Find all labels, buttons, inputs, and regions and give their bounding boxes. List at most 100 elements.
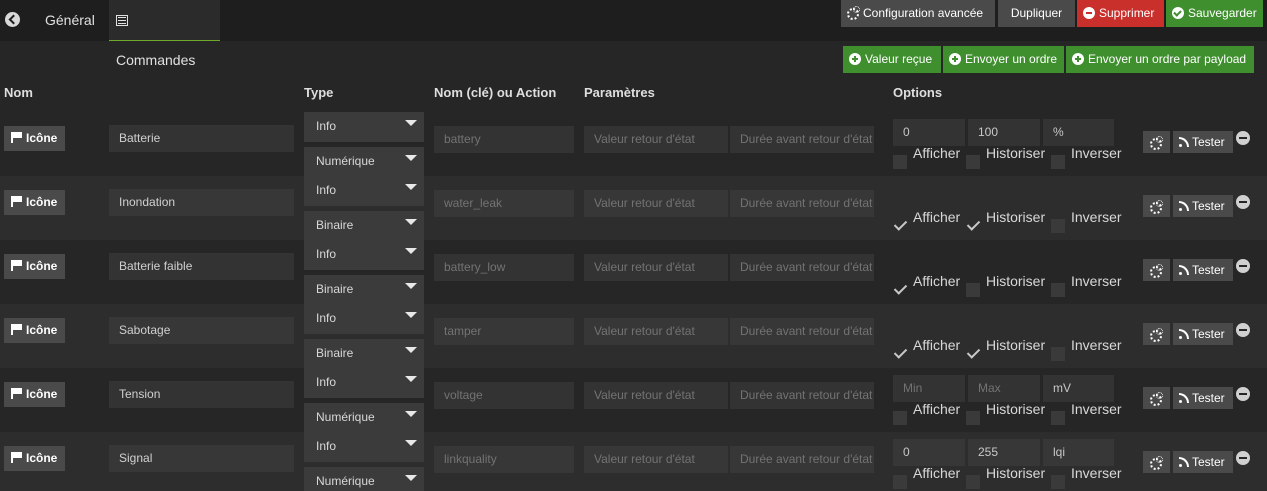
invert-checkbox[interactable] (1051, 475, 1065, 489)
return-delay-field[interactable]: Durée avant retour d'état (730, 318, 874, 345)
test-button[interactable]: Tester (1173, 323, 1233, 345)
remove-command-icon[interactable] (1236, 387, 1250, 401)
invert-checkbox[interactable] (1051, 347, 1065, 361)
show-checkbox[interactable] (893, 219, 907, 233)
remove-command-icon[interactable] (1236, 259, 1250, 273)
type-select[interactable]: Info (304, 432, 424, 462)
show-checkbox[interactable] (893, 283, 907, 297)
history-checkbox[interactable] (966, 155, 980, 169)
logical-id-field[interactable]: battery (434, 126, 574, 153)
advanced-config-button[interactable]: Configuration avancée (841, 0, 995, 27)
show-checkbox[interactable] (893, 347, 907, 361)
tab-commandes[interactable]: Commandes (109, 0, 220, 68)
show-checkbox[interactable] (893, 155, 907, 169)
return-delay-field[interactable]: Durée avant retour d'état (730, 126, 874, 153)
history-checkbox[interactable] (966, 347, 980, 361)
choose-icon-button[interactable]: Icône (4, 254, 65, 279)
max-field[interactable]: 255 (968, 439, 1040, 466)
test-button[interactable]: Tester (1173, 451, 1233, 473)
return-delay-field[interactable]: Durée avant retour d'état (730, 446, 874, 473)
invert-checkbox[interactable] (1051, 155, 1065, 169)
configure-button[interactable] (1143, 195, 1170, 217)
history-checkbox[interactable] (966, 475, 980, 489)
return-value-field[interactable]: Valeur retour d'état (584, 446, 728, 473)
return-value-field[interactable]: Valeur retour d'état (584, 318, 728, 345)
configure-button[interactable] (1143, 451, 1170, 473)
history-checkbox[interactable] (966, 219, 980, 233)
choose-icon-button[interactable]: Icône (4, 382, 65, 407)
command-name-field[interactable]: Signal (109, 445, 294, 472)
add-received-value-button[interactable]: Valeur reçue (843, 46, 941, 73)
configure-button[interactable] (1143, 323, 1170, 345)
subtype-select[interactable]: Numérique (304, 467, 424, 491)
show-label: Afficher (913, 209, 961, 225)
show-checkbox[interactable] (893, 411, 907, 425)
test-button[interactable]: Tester (1173, 387, 1233, 409)
unit-field[interactable]: % (1043, 119, 1114, 146)
choose-icon-button[interactable]: Icône (4, 190, 65, 215)
return-delay-field[interactable]: Durée avant retour d'état (730, 190, 874, 217)
command-name-field[interactable]: Inondation (109, 189, 294, 216)
return-value-field[interactable]: Valeur retour d'état (584, 126, 728, 153)
command-name-field[interactable]: Batterie (109, 125, 294, 152)
choose-icon-button[interactable]: Icône (4, 318, 65, 343)
logical-id-field[interactable]: battery_low (434, 254, 574, 281)
save-button[interactable]: Sauvegarder (1166, 0, 1263, 27)
min-field[interactable]: 0 (893, 439, 965, 466)
type-select[interactable]: Info (304, 240, 424, 270)
choose-icon-button[interactable]: Icône (4, 126, 65, 151)
header-type: Type (304, 85, 334, 100)
configure-button[interactable] (1143, 131, 1170, 153)
remove-command-icon[interactable] (1236, 195, 1250, 209)
type-select[interactable]: Info (304, 176, 424, 206)
choose-icon-button[interactable]: Icône (4, 446, 65, 471)
history-checkbox[interactable] (966, 283, 980, 297)
subtype-select[interactable]: Binaire (304, 275, 424, 304)
test-button[interactable]: Tester (1173, 195, 1233, 217)
configure-button[interactable] (1143, 259, 1170, 281)
unit-field[interactable]: mV (1043, 375, 1114, 402)
subtype-select[interactable]: Binaire (304, 339, 424, 368)
max-field[interactable]: 100 (968, 119, 1040, 146)
test-button[interactable]: Tester (1173, 131, 1233, 153)
duplicate-button[interactable]: Dupliquer (998, 0, 1075, 27)
delete-button[interactable]: Supprimer (1077, 0, 1164, 27)
remove-command-icon[interactable] (1236, 323, 1250, 337)
type-select[interactable]: Info (304, 112, 424, 142)
command-name-field[interactable]: Tension (109, 381, 294, 408)
test-button[interactable]: Tester (1173, 259, 1233, 281)
add-payload-order-button[interactable]: Envoyer un ordre par payload (1066, 46, 1254, 73)
remove-command-icon[interactable] (1236, 131, 1250, 145)
invert-checkbox[interactable] (1051, 283, 1065, 297)
show-checkbox[interactable] (893, 475, 907, 489)
logical-id-field[interactable]: linkquality (434, 446, 574, 473)
command-name-field[interactable]: Sabotage (109, 317, 294, 344)
logical-id-field[interactable]: water_leak (434, 190, 574, 217)
history-checkbox[interactable] (966, 411, 980, 425)
invert-checkbox[interactable] (1051, 411, 1065, 425)
max-field[interactable]: Max (968, 375, 1040, 402)
return-delay-field[interactable]: Durée avant retour d'état (730, 254, 874, 281)
configure-button[interactable] (1143, 387, 1170, 409)
add-order-button[interactable]: Envoyer un ordre (943, 46, 1064, 73)
min-field[interactable]: 0 (893, 119, 965, 146)
type-select[interactable]: Info (304, 304, 424, 334)
return-value-field[interactable]: Valeur retour d'état (584, 190, 728, 217)
invert-checkbox[interactable] (1051, 219, 1065, 233)
remove-command-icon[interactable] (1236, 451, 1250, 465)
min-field[interactable]: Min (893, 375, 965, 402)
type-select[interactable]: Info (304, 368, 424, 398)
command-name-field[interactable]: Batterie faible (109, 253, 294, 280)
return-value-field[interactable]: Valeur retour d'état (584, 254, 728, 281)
subtype-select[interactable]: Binaire (304, 211, 424, 240)
tab-general[interactable]: Général (37, 0, 103, 41)
subtype-select[interactable]: Numérique (304, 403, 424, 432)
subtype-select[interactable]: Numérique (304, 147, 424, 176)
logical-id-field[interactable]: tamper (434, 318, 574, 345)
return-value-field[interactable]: Valeur retour d'état (584, 382, 728, 409)
logical-id-field[interactable]: voltage (434, 382, 574, 409)
unit-field[interactable]: lqi (1043, 439, 1114, 466)
rss-icon (1179, 329, 1189, 339)
return-delay-field[interactable]: Durée avant retour d'état (730, 382, 874, 409)
back-arrow-icon[interactable] (5, 12, 20, 27)
